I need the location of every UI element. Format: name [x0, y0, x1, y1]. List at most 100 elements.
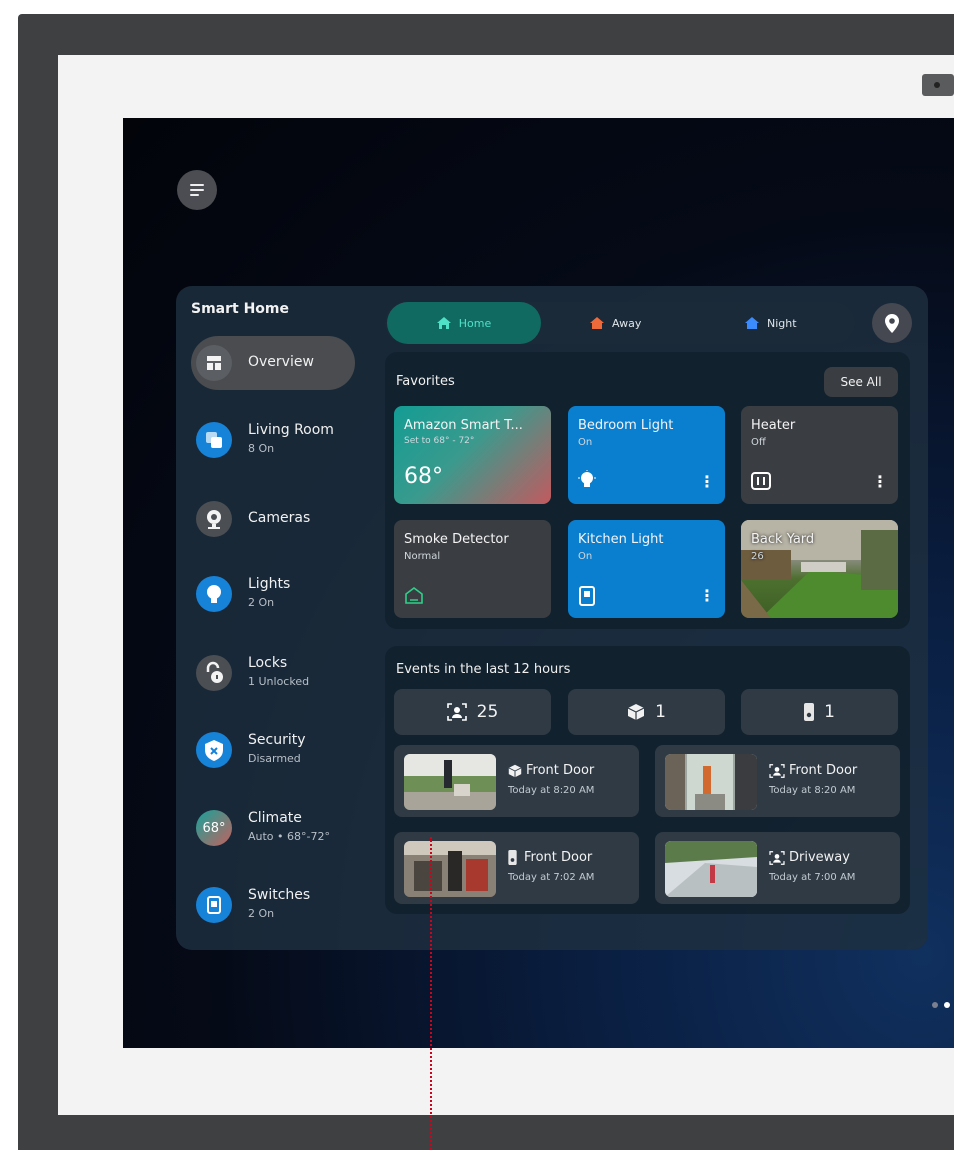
- event-item[interactable]: Front Door Today at 8:20 AM: [655, 745, 900, 817]
- tile-smoke-detector[interactable]: Smoke Detector Normal: [394, 520, 551, 618]
- more-options-icon[interactable]: ⋮: [699, 474, 715, 490]
- tile-title: Smoke Detector: [404, 532, 509, 547]
- stat-doorbell-events[interactable]: 1: [741, 689, 898, 735]
- stat-package-events[interactable]: 1: [568, 689, 725, 735]
- home-icon: [745, 317, 759, 329]
- mode-away-button[interactable]: Away: [590, 302, 670, 344]
- grid-icon: [196, 345, 232, 381]
- event-title: Driveway: [769, 850, 850, 865]
- tile-title: Amazon Smart T...: [404, 418, 523, 433]
- sidebar-item-sub: 8 On: [248, 442, 275, 455]
- sidebar-item-sub: 2 On: [248, 907, 275, 920]
- events-title: Events in the last 12 hours: [396, 662, 571, 677]
- event-thumbnail: [404, 754, 496, 810]
- stat-count: 1: [655, 702, 666, 722]
- event-time: Today at 7:00 AM: [769, 872, 856, 883]
- home-icon: [436, 317, 451, 329]
- sidebar-item-sub: Disarmed: [248, 752, 301, 765]
- event-time: Today at 7:02 AM: [508, 872, 595, 883]
- event-item[interactable]: Front Door Today at 8:20 AM: [394, 745, 639, 817]
- thermostat-badge: 68°: [196, 810, 232, 846]
- event-thumbnail: [665, 754, 757, 810]
- more-options-icon[interactable]: ⋮: [699, 588, 715, 604]
- tile-sub: Off: [751, 437, 766, 448]
- event-title-text: Front Door: [524, 850, 593, 865]
- favorites-title: Favorites: [396, 374, 455, 389]
- tile-title: Bedroom Light: [578, 418, 674, 433]
- sidebar-item-label: Cameras: [248, 510, 311, 526]
- more-options-icon[interactable]: ⋮: [872, 474, 888, 490]
- see-all-button[interactable]: See All: [824, 367, 898, 397]
- camera-shutter-icon[interactable]: [922, 74, 954, 96]
- tile-sub: Normal: [404, 551, 441, 562]
- tile-title: Back Yard: [751, 532, 815, 547]
- event-title: Front Door: [769, 763, 857, 778]
- doorbell-icon: [508, 850, 517, 865]
- shield-icon: [196, 732, 232, 768]
- stat-count: 25: [476, 702, 499, 722]
- location-pin-button[interactable]: [872, 303, 912, 343]
- unlocked-lock-icon: [196, 655, 232, 691]
- stat-person-events[interactable]: 25: [394, 689, 551, 735]
- home-icon: [590, 317, 604, 329]
- sidebar-item-sub: Auto • 68°-72°: [248, 830, 330, 843]
- event-thumbnail: [404, 841, 496, 897]
- event-title-text: Front Door: [789, 763, 858, 778]
- person-detect-icon: [446, 703, 467, 721]
- switch-icon: [196, 887, 232, 923]
- mode-label: Home: [458, 316, 492, 330]
- mode-label: Night: [767, 316, 797, 330]
- sidebar-item-label: Security: [248, 732, 306, 748]
- mode-home-button[interactable]: Home: [387, 302, 541, 344]
- home-outline-icon: [405, 587, 423, 604]
- event-title: Front Door: [508, 850, 592, 865]
- tile-title: Heater: [751, 418, 796, 433]
- tile-sub: Set to 68° - 72°: [404, 436, 475, 446]
- menu-icon-line: [190, 194, 199, 196]
- bulb-icon: [196, 576, 232, 612]
- bulb-icon: [578, 470, 596, 487]
- pointer-line: [430, 837, 432, 1150]
- event-title-text: Front Door: [526, 763, 595, 778]
- sidebar-title: Smart Home: [191, 301, 290, 317]
- event-item[interactable]: Driveway Today at 7:00 AM: [655, 832, 900, 904]
- rooms-icon: [196, 422, 232, 458]
- package-icon: [627, 704, 645, 720]
- tile-thermostat[interactable]: Amazon Smart T... Set to 68° - 72° 68°: [394, 406, 551, 504]
- event-thumbnail: [665, 841, 757, 897]
- sidebar-item-label: Climate: [248, 810, 302, 826]
- person-detect-icon: [769, 763, 785, 778]
- tile-sub: 26: [751, 551, 764, 562]
- sidebar-item-label: Overview: [248, 354, 314, 370]
- event-time: Today at 8:20 AM: [508, 785, 595, 796]
- mode-label: Away: [612, 316, 642, 330]
- temperature-value: 68°: [404, 464, 443, 489]
- sidebar-item-label: Switches: [248, 887, 311, 903]
- location-pin-icon: [885, 314, 899, 333]
- package-icon: [508, 764, 522, 777]
- switch-icon: [579, 586, 595, 606]
- menu-button[interactable]: [177, 170, 217, 210]
- menu-icon-line: [190, 189, 204, 191]
- camera-icon: [196, 501, 232, 537]
- tile-kitchen-light[interactable]: Kitchen Light On ⋮: [568, 520, 725, 618]
- doorbell-icon: [804, 703, 815, 721]
- person-detect-icon: [769, 850, 785, 865]
- tile-title: Kitchen Light: [578, 532, 664, 547]
- sidebar-item-label: Living Room: [248, 422, 334, 438]
- heater-icon: [751, 472, 771, 490]
- menu-icon: [190, 184, 204, 186]
- sidebar-item-sub: 2 On: [248, 596, 275, 609]
- page-dot[interactable]: [932, 1002, 938, 1008]
- sidebar-item-label: Lights: [248, 576, 291, 592]
- tile-heater[interactable]: Heater Off ⋮: [741, 406, 898, 504]
- event-time: Today at 8:20 AM: [769, 785, 856, 796]
- page-dot-active[interactable]: [944, 1002, 950, 1008]
- tile-back-yard-camera[interactable]: Back Yard 26: [741, 520, 898, 618]
- tile-bedroom-light[interactable]: Bedroom Light On ⋮: [568, 406, 725, 504]
- tile-sub: On: [578, 437, 593, 448]
- stat-count: 1: [824, 702, 835, 722]
- sidebar-item-label: Locks: [248, 655, 288, 671]
- event-title-text: Driveway: [789, 850, 850, 865]
- mode-night-button[interactable]: Night: [745, 302, 825, 344]
